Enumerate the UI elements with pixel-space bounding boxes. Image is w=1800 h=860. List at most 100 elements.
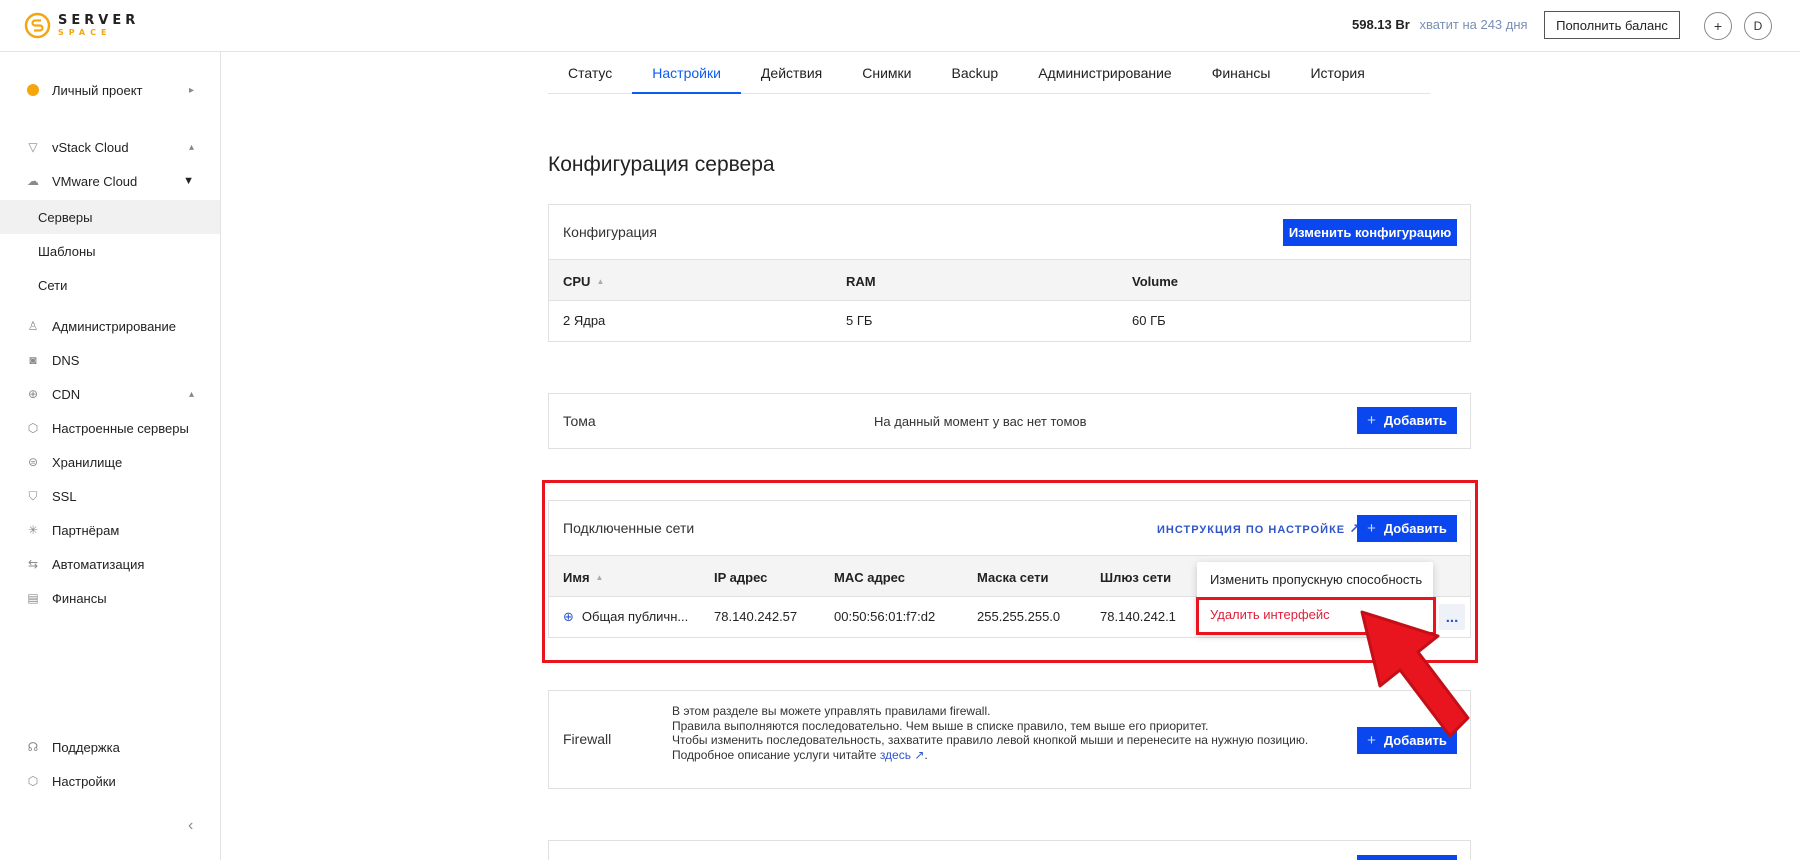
th-netmask: Маска сети: [977, 570, 1049, 585]
headset-icon: ☊: [27, 740, 39, 754]
caret-up-icon: ▴: [188, 141, 194, 153]
sidebar-item-label: Шаблоны: [38, 243, 96, 259]
tab-finance[interactable]: Финансы: [1192, 54, 1291, 94]
collapse-sidebar-icon[interactable]: ‹: [188, 817, 193, 835]
change-bandwidth-item[interactable]: Изменить пропускную способность: [1210, 572, 1422, 587]
sidebar-item-cdn[interactable]: ⊕ CDN ▴: [0, 377, 220, 411]
sidebar-item-label: CDN: [52, 386, 81, 402]
tabs-bar: Статус Настройки Действия Снимки Backup …: [548, 54, 1430, 94]
sort-asc-icon: ▲: [596, 277, 605, 286]
tab-status[interactable]: Статус: [548, 54, 632, 94]
firewall-title: Firewall: [563, 731, 612, 747]
setup-instruction-link[interactable]: ИНСТРУКЦИЯ ПО НАСТРОЙКЕ ↗: [1157, 521, 1361, 537]
sidebar-item-label: Партнёрам: [52, 522, 120, 538]
sidebar-item-settings[interactable]: ⬡ Настройки: [0, 764, 220, 798]
arrows-icon: ⇆: [27, 557, 39, 571]
sidebar-item-label: VMware Cloud: [52, 173, 138, 189]
sidebar-item-admin[interactable]: ♙ Администрирование: [0, 309, 220, 343]
shield-icon: ⛉: [28, 488, 38, 503]
hexagon-icon: ⬡: [27, 421, 39, 435]
table-row: 2 Ядра 5 ГБ 60 ГБ: [549, 301, 1470, 341]
sidebar-item-label: Личный проект: [52, 82, 143, 98]
sidebar-item-networks[interactable]: Сети: [0, 268, 220, 302]
tab-actions[interactable]: Действия: [741, 54, 842, 94]
add-network-button[interactable]: + Добавить: [1357, 515, 1457, 542]
sidebar-item-label: Хранилище: [52, 454, 123, 470]
sidebar-item-label: SSL: [52, 488, 77, 504]
asterisk-icon: ✳: [27, 523, 39, 537]
gateway-value: 78.140.242.1: [1100, 609, 1176, 624]
plus-icon: +: [1367, 520, 1376, 537]
logo-icon: [24, 12, 51, 39]
details-link[interactable]: здесь: [880, 748, 911, 762]
chevron-right-icon: ▸: [188, 84, 194, 96]
document-icon: ▤: [27, 591, 39, 605]
delete-interface-item[interactable]: Удалить интерфейс: [1210, 607, 1330, 622]
pointer-arrow-icon: [1360, 610, 1470, 738]
page-title: Конфигурация сервера: [548, 153, 775, 176]
sort-asc-icon: ▲: [595, 573, 604, 582]
next-card: [548, 840, 1471, 860]
sidebar-item-label: Финансы: [52, 590, 107, 606]
tab-backup[interactable]: Backup: [932, 54, 1019, 94]
caret-down-icon: ▼: [183, 175, 194, 187]
sidebar-item-label: Настройки: [52, 773, 116, 789]
next-card-button[interactable]: [1357, 855, 1457, 860]
tab-administration[interactable]: Администрирование: [1018, 54, 1192, 94]
add-volume-button[interactable]: + Добавить: [1357, 407, 1457, 434]
sidebar-item-project[interactable]: Личный проект ▸: [0, 73, 220, 107]
sidebar-item-finance[interactable]: ▤ Финансы: [0, 581, 220, 615]
dns-icon: ◙: [29, 353, 37, 367]
vstack-icon: ▽: [28, 140, 38, 154]
sidebar-item-support[interactable]: ☊ Поддержка: [0, 730, 220, 764]
tab-history[interactable]: История: [1290, 54, 1384, 94]
logo[interactable]: SERVER SPACE: [24, 12, 139, 39]
sidebar-item-dns[interactable]: ◙ DNS: [0, 343, 220, 377]
sidebar-item-vmware[interactable]: ☁ VMware Cloud ▼: [0, 164, 220, 198]
mac-value: 00:50:56:01:f7:d2: [834, 609, 936, 624]
volumes-title: Тома: [563, 413, 596, 429]
sidebar-item-label: Автоматизация: [52, 556, 145, 572]
sidebar: Личный проект ▸ ▽ vStack Cloud ▴ ☁ VMwar…: [0, 52, 221, 860]
topup-button[interactable]: Пополнить баланс: [1544, 11, 1680, 39]
balance-duration[interactable]: хватит на 243 дня: [1419, 17, 1527, 32]
balance-amount: 598.13 Br: [1352, 17, 1410, 32]
sidebar-item-label: DNS: [52, 352, 80, 368]
sidebar-item-partners[interactable]: ✳ Партнёрам: [0, 513, 220, 547]
cloud-icon: ☁: [27, 174, 39, 188]
sidebar-item-automation[interactable]: ⇆ Автоматизация: [0, 547, 220, 581]
sidebar-item-tuned-servers[interactable]: ⬡ Настроенные серверы: [0, 411, 220, 445]
sidebar-item-vstack[interactable]: ▽ vStack Cloud ▴: [0, 130, 220, 164]
th-name[interactable]: Имя ▲: [563, 570, 603, 585]
th-cpu[interactable]: CPU ▲: [563, 274, 604, 289]
sidebar-item-label: vStack Cloud: [52, 139, 129, 155]
tab-snapshots[interactable]: Снимки: [842, 54, 931, 94]
sidebar-item-storage[interactable]: ⊜ Хранилище: [0, 445, 220, 479]
database-icon: ⊜: [27, 455, 39, 469]
sidebar-item-ssl[interactable]: ⛉ SSL: [0, 479, 220, 513]
sidebar-item-label: Администрирование: [52, 318, 176, 334]
tab-settings[interactable]: Настройки: [632, 54, 741, 94]
ram-value: 5 ГБ: [846, 313, 873, 328]
th-ram: RAM: [846, 274, 876, 289]
sidebar-item-servers[interactable]: Серверы: [0, 200, 220, 234]
networks-title: Подключенные сети: [563, 520, 695, 536]
balance-info: 598.13 Br хватит на 243 дня: [1352, 17, 1528, 32]
admin-icon: ♙: [27, 319, 39, 333]
sidebar-item-templates[interactable]: Шаблоны: [0, 234, 220, 268]
logo-text-server: SERVER: [58, 13, 140, 28]
globe-icon: ⊕: [563, 609, 574, 624]
config-title: Конфигурация: [563, 224, 657, 240]
sidebar-item-label: Серверы: [38, 209, 93, 225]
cpu-value: 2 Ядра: [563, 313, 606, 328]
config-card: Конфигурация Изменить конфигурацию CPU ▲ …: [548, 204, 1471, 342]
change-config-button[interactable]: Изменить конфигурацию: [1283, 219, 1457, 246]
avatar[interactable]: D: [1744, 12, 1772, 40]
th-gateway: Шлюз сети: [1100, 570, 1172, 585]
th-ip: IP адрес: [714, 570, 768, 585]
add-icon[interactable]: +: [1704, 12, 1732, 40]
coin-icon: [26, 83, 40, 97]
sidebar-item-label: Поддержка: [52, 739, 120, 755]
firewall-description: В этом разделе вы можете управлять прави…: [672, 704, 1309, 762]
globe-icon: ⊕: [27, 387, 39, 401]
